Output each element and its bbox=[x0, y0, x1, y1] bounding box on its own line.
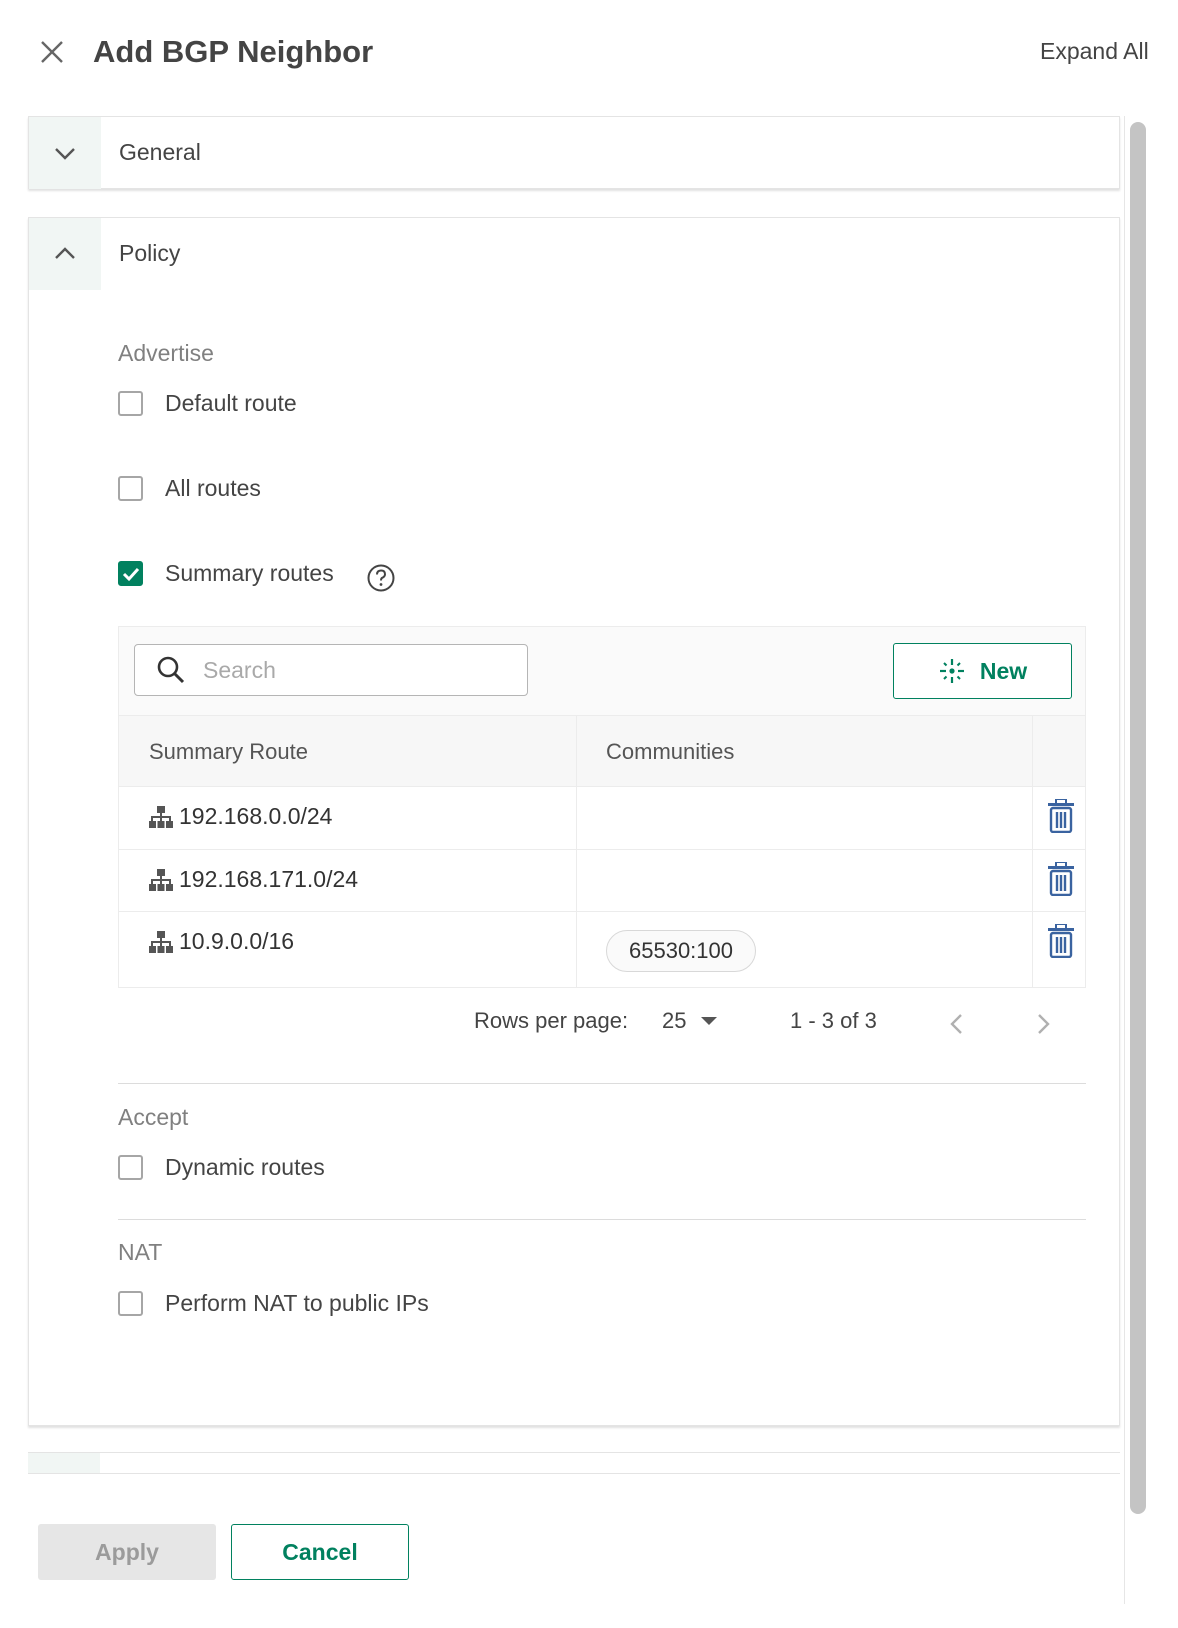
checkmark-icon bbox=[122, 567, 139, 581]
expand-all-button[interactable]: Expand All bbox=[1040, 38, 1149, 65]
policy-panel-label[interactable]: Policy bbox=[119, 240, 180, 267]
nat-option: Perform NAT to public IPs bbox=[118, 1290, 429, 1317]
search-icon bbox=[157, 656, 185, 684]
section-divider bbox=[118, 1219, 1086, 1220]
default-route-option: Default route bbox=[118, 390, 297, 417]
nat-label: NAT bbox=[118, 1239, 163, 1265]
trash-icon[interactable] bbox=[1047, 862, 1075, 896]
dynamic-routes-checkbox[interactable] bbox=[118, 1155, 143, 1180]
trash-icon[interactable] bbox=[1047, 924, 1075, 958]
cancel-button[interactable]: Cancel bbox=[231, 1524, 409, 1580]
all-routes-label: All routes bbox=[165, 475, 261, 501]
pagination-range: 1 - 3 of 3 bbox=[790, 1008, 877, 1033]
page-title: Add BGP Neighbor bbox=[93, 34, 374, 69]
search-box[interactable] bbox=[134, 644, 528, 696]
dynamic-routes-label: Dynamic routes bbox=[165, 1154, 325, 1180]
default-route-label: Default route bbox=[165, 390, 297, 416]
route-cell: 10.9.0.0/16 bbox=[149, 928, 294, 955]
rows-per-page-label: Rows per page: bbox=[474, 1008, 629, 1033]
trash-icon[interactable] bbox=[1047, 799, 1075, 833]
general-panel: General bbox=[28, 116, 1120, 189]
summary-routes-option: Summary routes bbox=[118, 560, 334, 587]
table-row: 10.9.0.0/16 65530:100 bbox=[119, 912, 1085, 988]
scrollbar-thumb[interactable] bbox=[1130, 122, 1146, 1514]
close-icon bbox=[41, 41, 63, 63]
help-icon[interactable] bbox=[366, 563, 396, 593]
table-row: 192.168.0.0/24 bbox=[119, 787, 1085, 850]
chevron-up-icon bbox=[55, 247, 75, 259]
nat-option-label: Perform NAT to public IPs bbox=[165, 1290, 429, 1316]
route-cell: 192.168.0.0/24 bbox=[149, 803, 332, 830]
network-icon bbox=[149, 868, 173, 891]
table-header: Summary Route Communities bbox=[119, 715, 1085, 787]
sparkle-add-icon bbox=[939, 659, 964, 683]
summary-routes-table: New Summary Route Communities 192.168.0.… bbox=[118, 626, 1086, 988]
rows-per-page-value: 25 bbox=[662, 1008, 687, 1033]
route-value: 10.9.0.0/16 bbox=[179, 928, 295, 954]
route-cell: 192.168.171.0/24 bbox=[149, 866, 358, 893]
close-button[interactable] bbox=[36, 36, 68, 68]
section-divider bbox=[118, 1083, 1086, 1084]
summary-routes-label: Summary routes bbox=[165, 560, 334, 586]
new-button[interactable]: New bbox=[893, 643, 1072, 699]
column-header-summary-route[interactable]: Summary Route bbox=[149, 716, 308, 788]
all-routes-option: All routes bbox=[118, 475, 261, 502]
search-input[interactable] bbox=[203, 656, 523, 684]
apply-button[interactable]: Apply bbox=[38, 1524, 216, 1580]
table-row: 192.168.171.0/24 bbox=[119, 850, 1085, 912]
general-panel-label[interactable]: General bbox=[119, 139, 201, 166]
route-value: 192.168.171.0/24 bbox=[179, 866, 359, 892]
table-toolbar: New bbox=[119, 627, 1085, 715]
route-value: 192.168.0.0/24 bbox=[179, 803, 333, 829]
network-icon bbox=[149, 930, 173, 953]
column-header-communities[interactable]: Communities bbox=[606, 716, 734, 788]
new-button-label: New bbox=[979, 657, 1028, 684]
next-panel-toggle[interactable] bbox=[28, 1453, 100, 1473]
advertise-label: Advertise bbox=[118, 340, 214, 366]
network-icon bbox=[149, 805, 173, 828]
nat-checkbox[interactable] bbox=[118, 1291, 143, 1316]
dynamic-routes-option: Dynamic routes bbox=[118, 1154, 325, 1181]
community-tag: 65530:100 bbox=[606, 930, 756, 972]
chevron-down-icon bbox=[55, 148, 75, 160]
general-toggle-button[interactable] bbox=[29, 117, 101, 189]
chevron-left-icon[interactable] bbox=[946, 1012, 970, 1036]
accept-label: Accept bbox=[118, 1104, 189, 1130]
chevron-right-icon[interactable] bbox=[1030, 1012, 1054, 1036]
caret-down-icon bbox=[701, 1017, 718, 1025]
default-route-checkbox[interactable] bbox=[118, 391, 143, 416]
next-panel-partial bbox=[28, 1452, 1120, 1474]
policy-toggle-button[interactable] bbox=[29, 218, 101, 290]
all-routes-checkbox[interactable] bbox=[118, 476, 143, 501]
rows-per-page-select[interactable]: 25 bbox=[662, 1004, 732, 1038]
summary-routes-checkbox[interactable] bbox=[118, 561, 143, 586]
